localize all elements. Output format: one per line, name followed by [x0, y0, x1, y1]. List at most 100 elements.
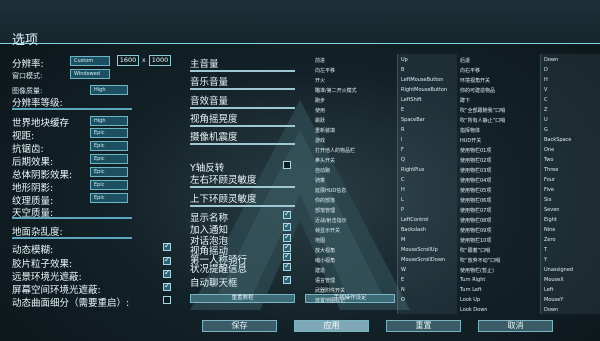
res-height-field[interactable]: 1000	[149, 55, 171, 66]
keybind-key[interactable]: LeftMouseButton	[401, 77, 443, 83]
keybind-key[interactable]: Down	[544, 307, 558, 313]
keybind-key[interactable]: Six	[544, 197, 552, 203]
keybind-key[interactable]: H	[401, 187, 405, 193]
resolution-select[interactable]: Custom	[70, 56, 110, 66]
keybind-key[interactable]: MouseScrollUp	[401, 247, 438, 253]
keybind-key[interactable]: F	[401, 147, 404, 153]
keybind-key[interactable]: MouseScrollDown	[401, 257, 445, 263]
sky-quality-slider[interactable]	[12, 217, 132, 219]
keybind-action: 地图	[315, 238, 326, 244]
keybind-key[interactable]: RightPlus	[401, 167, 424, 173]
keybind-key[interactable]: Left	[544, 287, 553, 293]
keybind-key[interactable]: MouseX	[544, 277, 564, 283]
keybind-key[interactable]: Four	[544, 177, 555, 183]
keybind-key[interactable]: I	[401, 137, 402, 143]
keybind-key[interactable]: Down	[544, 57, 558, 63]
keybind-key[interactable]: LeftShift	[401, 97, 422, 103]
shadows-label: 总体阴影效果:	[12, 170, 73, 181]
keybind-key[interactable]: N	[401, 287, 405, 293]
keybind-key[interactable]: O	[401, 297, 405, 303]
save-button[interactable]: 保存	[202, 320, 277, 332]
reset-button[interactable]: 重置	[386, 320, 461, 332]
keybind-key[interactable]: Backslash	[401, 227, 426, 233]
show-names-checkbox[interactable]	[283, 209, 291, 219]
join-notify-checkbox[interactable]	[283, 221, 291, 231]
camera-shake-slider[interactable]	[190, 143, 295, 145]
keybind-key[interactable]: M	[401, 237, 405, 243]
ground-clutter-slider[interactable]	[12, 237, 132, 239]
reset-tutorial-button[interactable]: 重置教程	[190, 294, 295, 303]
keybind-key[interactable]: BackSpace	[544, 137, 571, 143]
keybind-key[interactable]: Q	[401, 157, 405, 163]
chat-bubbles-checkbox[interactable]	[283, 232, 291, 242]
keybind-key[interactable]: C	[401, 177, 405, 183]
invert-y-checkbox[interactable]	[283, 161, 291, 169]
status-notify-checkbox[interactable]	[283, 261, 291, 271]
keybind-key[interactable]: Unassigned	[544, 267, 573, 273]
keybind-key[interactable]: LeftControl	[401, 217, 428, 223]
keybind-action: 骑乘	[315, 178, 326, 184]
keybind-key[interactable]: C	[544, 97, 548, 103]
motion-blur-checkbox[interactable]	[163, 241, 171, 251]
ssao-checkbox[interactable]	[163, 281, 171, 291]
keybind-key[interactable]: H	[544, 77, 548, 83]
keybind-key[interactable]: Nine	[544, 227, 555, 233]
anti-aliasing-select[interactable]: Epic	[90, 141, 128, 151]
keybind-key[interactable]: V	[544, 87, 547, 93]
keybind-key[interactable]: Two	[544, 157, 553, 163]
sfx-volume-slider[interactable]	[190, 107, 295, 109]
camera-shake-label: 摄像机震度	[190, 132, 238, 143]
keybind-key[interactable]: Z	[544, 107, 547, 113]
keybind-key[interactable]: G	[544, 127, 548, 133]
keybind-key[interactable]: P	[401, 207, 404, 213]
ud-sensitivity-slider[interactable]	[190, 205, 295, 207]
keybind-key[interactable]: Three	[544, 167, 558, 173]
particles-checkbox[interactable]	[163, 255, 171, 265]
keybind-key[interactable]: U	[544, 117, 548, 123]
keybind-action: 帧显示开关	[315, 228, 341, 234]
textures-select[interactable]: Epic	[90, 193, 128, 203]
view-distance-select[interactable]: Epic	[90, 128, 128, 138]
tessellation-checkbox[interactable]	[163, 296, 171, 304]
keybind-key[interactable]: One	[544, 147, 554, 153]
keybind-key[interactable]: E	[401, 277, 404, 283]
keybind-key[interactable]: W	[401, 267, 406, 273]
keybind-action: 重新装填	[315, 128, 336, 134]
shadows-select[interactable]: Epic	[90, 167, 128, 177]
keybind-key[interactable]: T	[544, 247, 547, 253]
distant-ao-checkbox[interactable]	[163, 268, 171, 278]
keybind-key[interactable]: D	[544, 67, 548, 73]
keybind-key[interactable]: Eight	[544, 217, 557, 223]
window-mode-select[interactable]: Windowed	[70, 69, 110, 79]
keybind-key[interactable]: RightMouseButton	[401, 87, 447, 93]
image-quality-select[interactable]: High	[90, 85, 128, 95]
lr-sensitivity-label: 左右环顾灵敏度	[190, 175, 257, 186]
keybind-key[interactable]: Up	[401, 57, 408, 63]
master-volume-slider[interactable]	[190, 70, 295, 72]
keybind-key[interactable]: Seven	[544, 207, 559, 213]
apply-button[interactable]: 应用	[294, 320, 369, 332]
keybind-key[interactable]: E	[401, 107, 404, 113]
keybind-key[interactable]: SpaceBar	[401, 117, 425, 123]
music-volume-slider[interactable]	[190, 88, 295, 90]
keybind-key[interactable]: Y	[544, 257, 547, 263]
auto-chat-box-checkbox[interactable]	[283, 274, 291, 284]
res-width-field[interactable]: 1600	[117, 55, 139, 66]
keybind-key[interactable]: R	[401, 127, 404, 133]
first-person-riding-checkbox[interactable]	[283, 251, 291, 261]
lr-sensitivity-slider[interactable]	[190, 186, 295, 188]
world-tile-cache-select[interactable]: High	[90, 116, 128, 126]
keys-column-1	[397, 54, 457, 314]
keybind-key[interactable]: MouseY	[544, 297, 563, 303]
res-scale-slider[interactable]	[12, 108, 132, 110]
keybind-key[interactable]: L	[401, 197, 404, 203]
camera-bob-slider[interactable]	[190, 125, 295, 127]
keybind-action: 使用物栏05项	[460, 188, 492, 194]
keybind-action: Turn Left	[460, 287, 482, 293]
keybind-key[interactable]: Zero	[544, 237, 556, 243]
post-processing-select[interactable]: Epic	[90, 154, 128, 164]
keybind-key[interactable]: Five	[544, 187, 554, 193]
terrain-shadows-select[interactable]: Epic	[90, 180, 128, 190]
keybind-key[interactable]: B	[401, 67, 404, 73]
cancel-button[interactable]: 取消	[478, 320, 553, 332]
